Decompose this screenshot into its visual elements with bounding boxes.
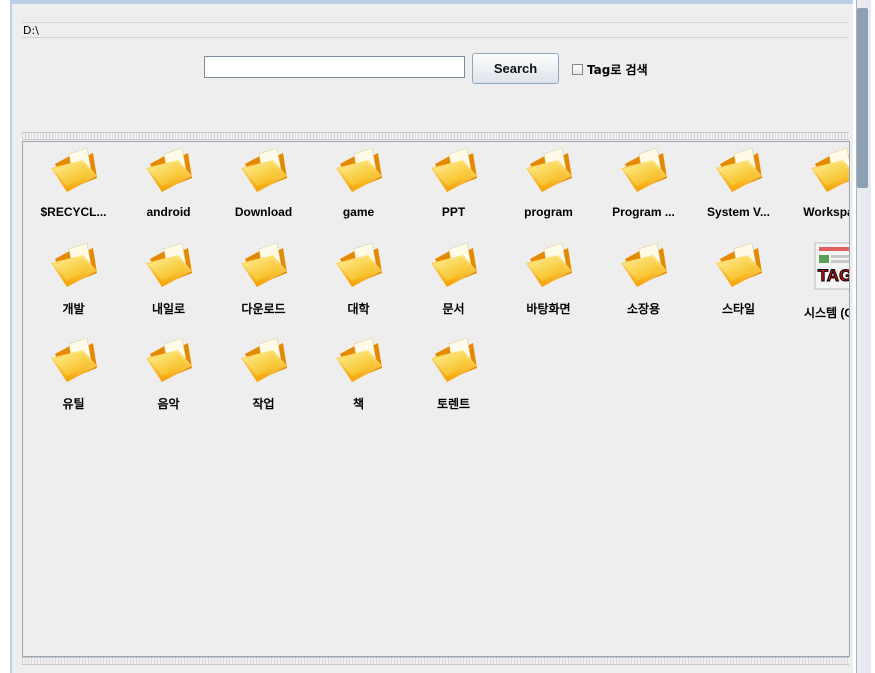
file-item[interactable]: 음악 (121, 334, 216, 429)
tag-search-checkbox[interactable]: Tag로 검색 (572, 61, 648, 78)
splitter-top[interactable] (22, 132, 849, 140)
file-item[interactable]: 소장용 (596, 239, 691, 334)
window-top-border (12, 0, 855, 4)
file-item-label: 내일로 (151, 302, 186, 316)
folder-icon (712, 239, 766, 294)
file-item-label: 책 (352, 397, 365, 411)
folder-icon (332, 334, 386, 389)
svg-text:TAG: TAG (817, 266, 850, 285)
search-input[interactable] (204, 56, 465, 78)
folder-icon (47, 239, 101, 294)
file-item[interactable]: program (501, 144, 596, 239)
file-item-label: 대학 (347, 302, 370, 316)
file-item[interactable]: 내일로 (121, 239, 216, 334)
file-item[interactable]: 스타일 (691, 239, 786, 334)
file-item-label: 토렌트 (436, 397, 471, 411)
folder-icon (617, 144, 671, 199)
folder-icon (617, 239, 671, 294)
file-item[interactable]: 다운로드 (216, 239, 311, 334)
file-item[interactable]: 유틸 (26, 334, 121, 429)
file-grid: $RECYCL... android Download game PPT pro… (26, 144, 850, 429)
file-item-label: program (524, 205, 573, 219)
scrollbar-thumb[interactable] (857, 8, 868, 188)
file-item[interactable]: 개발 (26, 239, 121, 334)
folder-icon (142, 239, 196, 294)
file-item[interactable]: 작업 (216, 334, 311, 429)
checkbox-box[interactable] (572, 64, 583, 75)
file-item-label: 바탕화면 (526, 302, 571, 316)
file-item[interactable]: System V... (691, 144, 786, 239)
file-item-label: 소장용 (626, 302, 661, 316)
file-item[interactable]: Program ... (596, 144, 691, 239)
file-item-label: 시스템 (C... (803, 306, 849, 320)
file-item[interactable]: 토렌트 (406, 334, 501, 429)
file-item-label: Program ... (612, 205, 675, 219)
current-path: D:\ (23, 24, 39, 37)
file-icon-view[interactable]: $RECYCL... android Download game PPT pro… (22, 141, 850, 657)
file-item-label: 음악 (157, 397, 180, 411)
folder-icon (47, 144, 101, 199)
folder-icon (427, 144, 481, 199)
tag-file-icon: TAG (807, 239, 850, 298)
file-item[interactable]: android (121, 144, 216, 239)
file-item-label: $RECYCL... (40, 205, 107, 219)
folder-icon (142, 334, 196, 389)
path-bar: D:\ (22, 22, 849, 38)
file-item[interactable]: Download (216, 144, 311, 239)
file-item[interactable]: 대학 (311, 239, 406, 334)
folder-icon (427, 239, 481, 294)
app-window: D:\ Search Tag로 검색 $RECYCL... android Do… (10, 0, 856, 673)
file-item[interactable]: Workspa... (786, 144, 849, 239)
file-item[interactable]: game (311, 144, 406, 239)
file-item[interactable]: 바탕화면 (501, 239, 596, 334)
folder-icon (237, 334, 291, 389)
file-item[interactable]: PPT (406, 144, 501, 239)
search-button-label: Search (493, 61, 538, 76)
folder-icon (712, 144, 766, 199)
folder-icon (47, 334, 101, 389)
file-item[interactable]: $RECYCL... (26, 144, 121, 239)
folder-icon (142, 144, 196, 199)
file-item[interactable]: 문서 (406, 239, 501, 334)
file-item[interactable]: 책 (311, 334, 406, 429)
search-button[interactable]: Search (472, 53, 559, 84)
file-item-label: Workspa... (803, 205, 849, 219)
file-item-label: System V... (707, 205, 770, 219)
file-item-label: 작업 (252, 397, 275, 411)
folder-icon (427, 334, 481, 389)
file-item-label: android (146, 205, 191, 219)
folder-icon (237, 144, 291, 199)
folder-icon (332, 144, 386, 199)
file-item-label: PPT (441, 205, 466, 219)
file-item-label: game (342, 205, 375, 219)
folder-icon (237, 239, 291, 294)
folder-icon (522, 144, 576, 199)
folder-icon (807, 144, 849, 199)
file-item[interactable]: TAG 시스템 (C... (786, 239, 850, 334)
file-item-label: Download (234, 205, 293, 219)
file-item-label: 개발 (62, 302, 85, 316)
file-item-label: 다운로드 (241, 302, 286, 316)
file-item-label: 유틸 (62, 397, 85, 411)
splitter-bottom[interactable] (22, 657, 849, 665)
vertical-scrollbar[interactable] (853, 0, 875, 673)
tag-search-label: Tag로 검색 (587, 63, 648, 77)
file-item-label: 문서 (442, 302, 465, 316)
file-item-label: 스타일 (721, 302, 756, 316)
folder-icon (522, 239, 576, 294)
folder-icon (332, 239, 386, 294)
